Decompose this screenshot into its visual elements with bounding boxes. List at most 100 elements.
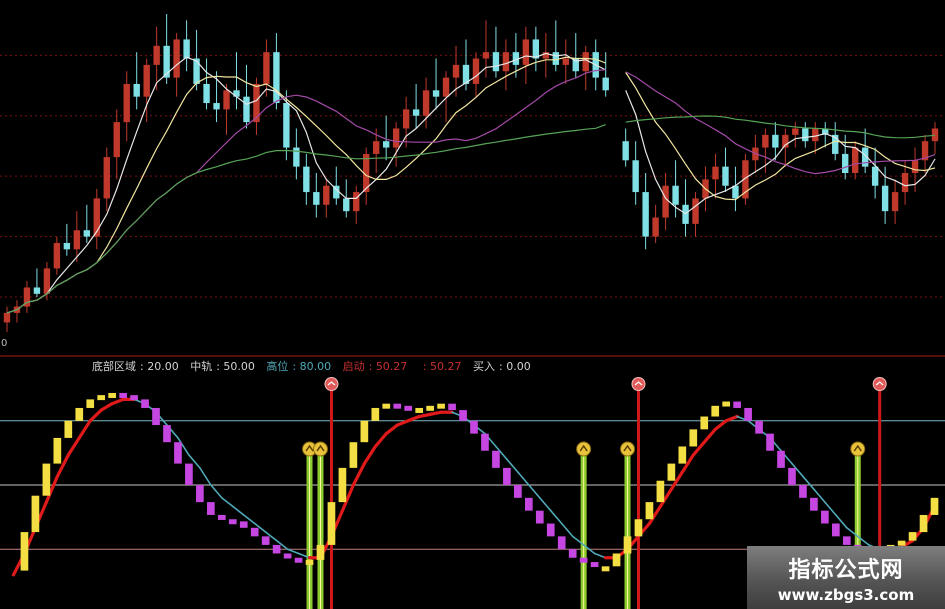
candle-body [452, 64, 460, 78]
legend-buy: 买入: 0.00 [473, 360, 531, 373]
candle-body [732, 185, 739, 199]
watermark-title: 指标公式网 [788, 558, 904, 583]
ma20-line [625, 71, 936, 175]
fast-line-step [733, 401, 741, 408]
fast-line-step [612, 553, 621, 567]
candle-body [772, 134, 779, 148]
fast-line-step [634, 519, 643, 537]
fast-line-step [514, 485, 522, 498]
fast-line-step [108, 392, 117, 398]
fast-line-step [755, 420, 763, 434]
fast-line-step [492, 450, 500, 468]
fast-line-step [810, 497, 818, 511]
legend-start: 启动: 50.27 [342, 360, 408, 373]
fast-line-step [897, 540, 906, 546]
candle-body [223, 90, 230, 110]
fast-line-step [908, 532, 917, 541]
candle-body [602, 77, 609, 91]
candle-body [632, 160, 639, 193]
fast-line-step [459, 410, 467, 421]
candle-body [323, 185, 330, 205]
candle-body [343, 198, 350, 212]
fast-line-step [557, 536, 566, 550]
fast-line-step [228, 519, 237, 525]
fast-line-step [305, 559, 314, 565]
candle-body [931, 128, 939, 142]
ma10-line [625, 72, 936, 201]
fast-line-step [360, 420, 369, 443]
fast-line-step [152, 407, 160, 426]
watermark-url: www.zbgs3.com [777, 586, 915, 604]
fast-line-step [667, 463, 676, 481]
signal-markers [302, 377, 887, 457]
candle-body [382, 141, 390, 148]
fast-line-step [185, 463, 193, 485]
fast-line-step [42, 463, 51, 496]
fast-line-step [568, 549, 577, 558]
fast-line-step [130, 395, 138, 401]
fast-line-step [382, 403, 391, 409]
candle-body [712, 166, 719, 180]
candle-body [173, 39, 180, 78]
candle-body [193, 58, 200, 84]
fast-line-step [722, 401, 731, 407]
fast-line-step [415, 407, 424, 413]
fast-line-step [437, 403, 445, 409]
price-axis-zero-label: 0 [1, 338, 8, 349]
slow-line-segment [406, 414, 421, 423]
fast-line-step [766, 433, 774, 451]
candle-body [33, 287, 41, 294]
candle-body [692, 198, 699, 224]
candle-body [243, 96, 250, 123]
candle-body [153, 45, 160, 65]
fast-line-step [788, 467, 796, 485]
fast-line-step [196, 485, 204, 503]
fast-line-step [601, 566, 610, 572]
fast-line-step [207, 502, 215, 515]
fast-line-step [31, 495, 40, 533]
indicator-title-labels [100, 0, 154, 8]
fast-line-step [250, 527, 259, 537]
sell-marker-icon [324, 377, 339, 391]
legend-high-level: 高位: 80.00 [266, 360, 332, 373]
candle-body [283, 103, 290, 148]
fast-line-step [535, 510, 544, 524]
candle-body [722, 166, 729, 186]
candle-body [482, 52, 490, 59]
candle-body [802, 128, 809, 142]
candle-body [871, 166, 879, 186]
fast-line-step [316, 544, 325, 560]
candle-body [392, 128, 400, 148]
slow-line-segment [702, 427, 717, 444]
slow-line-segment [66, 436, 81, 457]
slow-line-segment [528, 484, 541, 499]
fast-line-step [294, 557, 303, 563]
candle-body [83, 230, 91, 237]
fast-line-step [711, 405, 720, 417]
candle-body [103, 157, 110, 199]
fast-line-step [590, 562, 599, 568]
fast-line-step [821, 510, 829, 524]
buy-marker-icon [312, 441, 328, 457]
fast-line-step [503, 467, 511, 485]
candle-body [143, 64, 150, 97]
candle-body [582, 52, 589, 72]
fast-line-step [371, 407, 380, 421]
slow-line-segment [77, 419, 92, 440]
slow-line-segment [517, 471, 530, 486]
candle-body [532, 39, 540, 59]
slow-line-segment [428, 410, 443, 416]
fast-line-step [919, 514, 928, 533]
candle-body [492, 52, 500, 72]
candle-body [303, 166, 310, 193]
candle-body [502, 52, 510, 72]
fast-line-step [163, 425, 171, 443]
slow-line-segment [88, 408, 103, 423]
candle-body [432, 90, 440, 97]
fast-line-step [75, 407, 84, 421]
fast-line-step [97, 395, 106, 401]
fast-line-step [656, 480, 665, 503]
fast-line-step [64, 420, 73, 438]
fast-line-step [623, 536, 632, 554]
fast-line-step [524, 497, 533, 511]
